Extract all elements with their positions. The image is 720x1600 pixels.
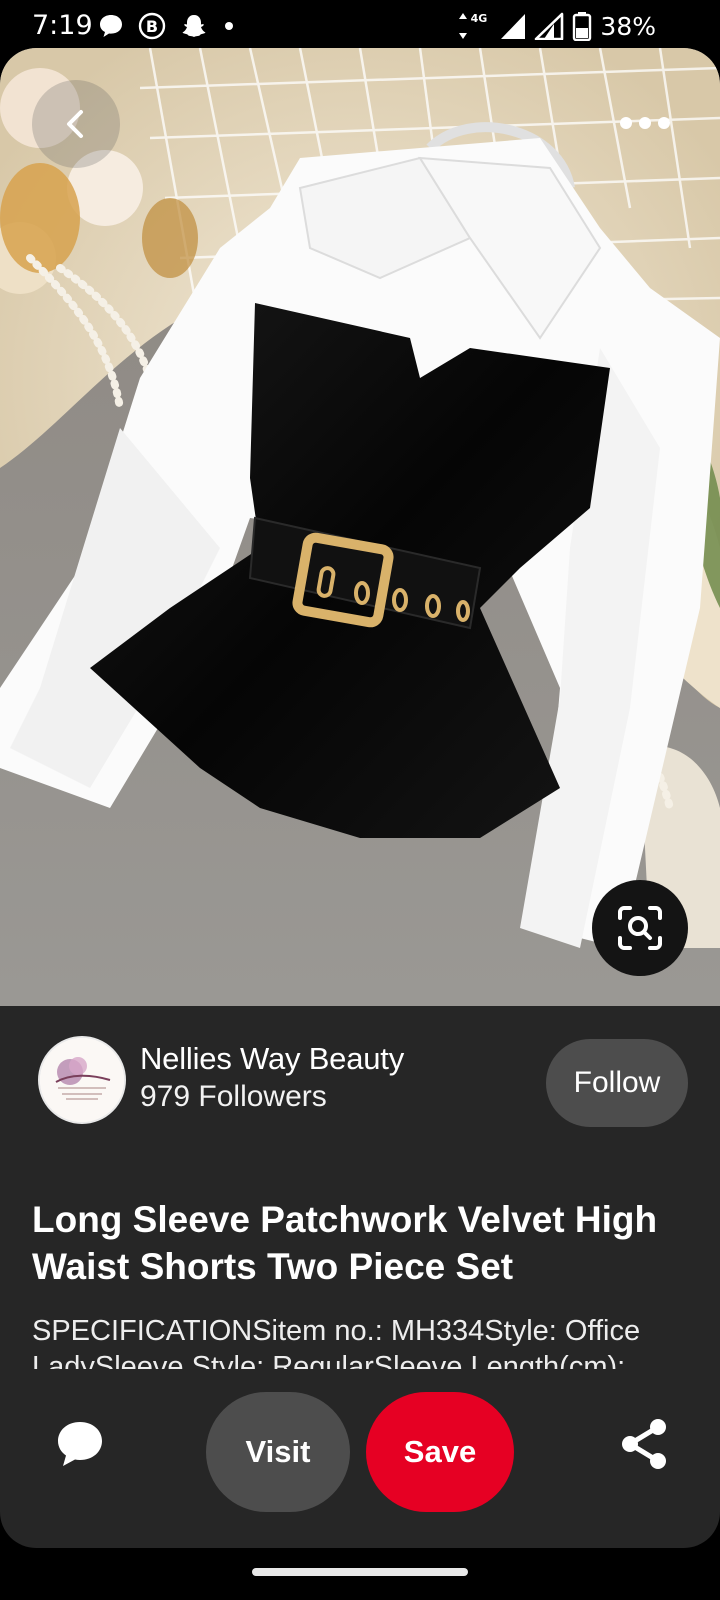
signal-4g-icon (501, 14, 526, 39)
back-button[interactable] (32, 80, 120, 168)
product-photo (0, 48, 720, 1006)
dot-icon (225, 22, 233, 30)
share-icon (622, 1419, 666, 1469)
visual-search-button[interactable] (592, 880, 688, 976)
notification-icons: B (98, 10, 236, 42)
more-horizontal-icon (620, 117, 670, 129)
snapchat-ghost-icon (182, 15, 206, 37)
chevron-left-icon (67, 110, 83, 138)
status-bar: 7:19 B 4G 38% (0, 0, 720, 50)
creator-name[interactable]: Nellies Way Beauty (140, 1041, 404, 1077)
action-bar: Visit Save (0, 1392, 720, 1512)
pin-title: Long Sleeve Patchwork Velvet High Waist … (32, 1199, 658, 1287)
creator-logo (40, 1038, 124, 1122)
visual-search-icon (618, 906, 662, 950)
more-options-button[interactable] (600, 96, 690, 150)
b-circle-icon: B (138, 12, 166, 40)
follower-count: 979 Followers (140, 1080, 327, 1113)
battery-icon (573, 12, 592, 41)
pin-image[interactable] (0, 48, 720, 1006)
network-type: 4G (471, 12, 488, 25)
battery-percent: 38% (600, 11, 656, 41)
creator-avatar[interactable] (38, 1036, 126, 1124)
svg-text:B: B (146, 17, 158, 36)
system-icons: 4G 38% (458, 10, 656, 42)
comment-button[interactable] (50, 1414, 110, 1474)
pin-card: Nellies Way Beauty 979 Followers Follow … (0, 48, 720, 1548)
pin-description[interactable]: SPECIFICATIONSitem no.: MH334Style: Offi… (32, 1313, 702, 1369)
comment-icon (58, 1422, 102, 1466)
signal-icon (535, 12, 564, 40)
data-arrows-icon: 4G (459, 12, 488, 39)
follow-button[interactable]: Follow (546, 1039, 688, 1127)
share-button[interactable] (614, 1414, 674, 1474)
home-indicator[interactable] (252, 1568, 468, 1576)
visit-button[interactable]: Visit (206, 1392, 350, 1512)
chat-bubble-icon (100, 15, 122, 37)
save-button[interactable]: Save (366, 1392, 514, 1512)
status-time: 7:19 (32, 10, 93, 41)
